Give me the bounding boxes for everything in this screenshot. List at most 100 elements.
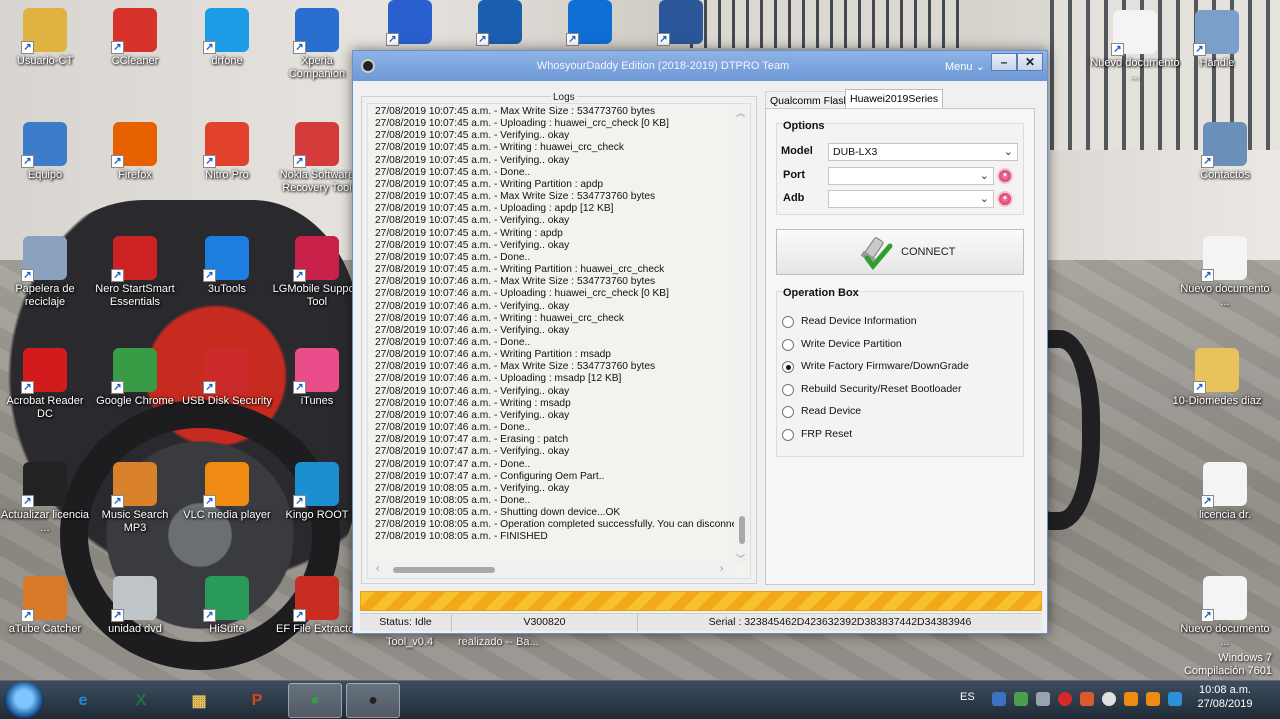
log-line: 27/08/2019 10:07:45 a.m. - Done.. <box>375 251 531 263</box>
shortcut-arrow-icon: ↗ <box>203 41 216 54</box>
desktop-shortcut[interactable]: ↗ Music Search MP3 <box>90 462 180 535</box>
hscroll-thumb[interactable] <box>393 567 495 573</box>
logs-textbox[interactable]: 27/08/2019 10:07:45 a.m. - Max Write Siz… <box>367 103 751 579</box>
port-refresh-button[interactable]: • <box>997 168 1013 184</box>
scroll-up-icon[interactable]: ︿ <box>736 106 745 119</box>
logs-horizontal-scrollbar[interactable]: ‹ › <box>368 562 736 578</box>
shield-tray-icon[interactable] <box>1080 692 1094 706</box>
desktop-shortcut[interactable]: ↗ 3uTools <box>182 236 272 296</box>
clock-date: 27/08/2019 <box>1197 698 1253 710</box>
desktop-shortcut[interactable]: ↗ USB Disk Security <box>182 348 272 408</box>
radio-button[interactable] <box>782 406 794 418</box>
shortcut-arrow-icon: ↗ <box>111 155 124 168</box>
power-tray-icon[interactable] <box>1124 692 1138 706</box>
radio-button[interactable] <box>782 383 794 396</box>
scroll-thumb[interactable] <box>739 516 745 544</box>
language-indicator[interactable]: ES <box>960 691 975 719</box>
taskbar-dtpro-tool[interactable]: ● <box>346 683 400 718</box>
volume-icon[interactable] <box>1036 692 1050 706</box>
scroll-right-icon[interactable]: › <box>720 563 723 574</box>
desktop-shortcut[interactable]: ↗ aTube Catcher <box>0 576 90 636</box>
radio-button[interactable] <box>782 338 794 351</box>
desktop-shortcut[interactable]: ↗ CCleaner <box>90 8 180 68</box>
desktop-shortcut[interactable]: ↗ Acrobat Reader DC <box>0 348 90 421</box>
log-line: 27/08/2019 10:07:45 a.m. - Writing : hua… <box>375 142 624 154</box>
taskbar-internet-explorer[interactable]: e <box>56 683 110 718</box>
desktop-shortcut[interactable]: ↗ <box>545 0 635 47</box>
model-select[interactable]: DUB-LX3 ⌄ <box>828 143 1018 161</box>
taskbar-file-explorer[interactable]: ▦ <box>172 683 226 718</box>
desktop-shortcut[interactable]: ↗ Nuevo documento ... <box>1180 576 1270 649</box>
desktop-shortcut[interactable]: ↗ <box>365 0 455 47</box>
desktop-shortcut[interactable]: ↗ drfone <box>182 8 272 68</box>
scroll-down-icon[interactable]: ﹀ <box>736 552 745 565</box>
title-bar[interactable]: WhosyourDaddy Edition (2018-2019) DTPRO … <box>353 51 1047 81</box>
user-folder-icon: ↗ <box>21 8 67 54</box>
desktop-shortcut[interactable]: ↗ Equipo <box>0 122 90 182</box>
desktop-shortcut[interactable]: ↗ 10-Diomedes diaz <box>1172 348 1262 408</box>
desktop-shortcut[interactable]: ↗ Nero StartSmart Essentials <box>90 236 180 309</box>
radio-button[interactable] <box>782 316 794 328</box>
m-tray-icon[interactable] <box>1058 692 1072 706</box>
logs-vertical-scrollbar[interactable]: ︿ ﹀ <box>734 104 750 564</box>
desktop-shortcut-label: licencia dr. <box>1199 509 1251 521</box>
desktop-shortcut[interactable]: ↗ licencia dr. <box>1180 462 1270 522</box>
radio-button[interactable] <box>782 361 794 373</box>
desktop-shortcut[interactable]: ↗ LGMobile Support Tool <box>272 236 362 309</box>
usb-tray-icon[interactable] <box>1014 692 1028 706</box>
taskbar-powerpoint[interactable]: P <box>230 683 284 718</box>
3utools-icon: ↗ <box>203 236 249 282</box>
menu-dropdown[interactable]: Menu ⌄ <box>945 60 985 73</box>
connect-button[interactable]: CONNECT <box>776 229 1024 275</box>
sync-tray-icon[interactable] <box>1168 692 1182 706</box>
internet-explorer-icon: e <box>78 691 88 709</box>
desktop-shortcut[interactable]: ↗ Google Chrome <box>90 348 180 408</box>
desktop-shortcut[interactable]: ↗ HiSuite <box>182 576 272 636</box>
scroll-left-icon[interactable]: ‹ <box>376 563 379 574</box>
desktop-shortcut[interactable]: ↗ Nokia Software Recovery Tool <box>272 122 362 195</box>
desktop-shortcut[interactable]: ↗ <box>636 0 726 47</box>
shortcut-arrow-icon: ↗ <box>203 609 216 622</box>
desktop-shortcut[interactable]: ↗ Contactos <box>1180 122 1270 182</box>
start-button[interactable] <box>4 682 44 719</box>
desktop-shortcut[interactable]: ↗ Kingo ROOT <box>272 462 362 522</box>
desktop-shortcut[interactable]: ↗ Papelera de reciclaje <box>0 236 90 309</box>
desktop-shortcut[interactable]: ↗ Nuevo documento ... <box>1180 236 1270 309</box>
radio-button[interactable] <box>782 428 794 441</box>
desktop-shortcut[interactable]: ↗ <box>455 0 545 47</box>
adb-refresh-button[interactable]: • <box>997 191 1013 207</box>
clock[interactable]: 10:08 a.m. 27/08/2019 <box>1194 683 1256 711</box>
desktop-shortcut[interactable]: ↗ unidad dvd <box>90 576 180 636</box>
watermark-line1: Windows 7 <box>1218 652 1272 664</box>
tab-qualcomm-flash[interactable]: Qualcomm Flash <box>765 91 855 109</box>
desktop-shortcut[interactable]: ↗ Nitro Pro <box>182 122 272 182</box>
operation-box-title: Operation Box <box>783 287 859 299</box>
desktop-shortcut[interactable]: ↗ Usuario-CT <box>0 8 90 68</box>
shortcut-arrow-icon: ↗ <box>1111 43 1124 56</box>
desktop-shortcut[interactable]: ↗ Xperia Companion <box>272 8 362 81</box>
shortcut-arrow-icon: ↗ <box>111 41 124 54</box>
log-line: 27/08/2019 10:07:46 a.m. - Uploading : m… <box>375 373 622 385</box>
desktop-shortcut[interactable]: ↗ iTunes <box>272 348 362 408</box>
shortcut-arrow-icon: ↗ <box>566 33 579 46</box>
desktop-shortcut[interactable]: ↗ Firefox <box>90 122 180 182</box>
adb-select[interactable]: ⌄ <box>828 190 994 208</box>
desktop-shortcut[interactable]: ↗ VLC media player <box>182 462 272 522</box>
tab-huawei2019series[interactable]: Huawei2019Series <box>845 89 944 109</box>
desktop-shortcut[interactable]: ↗ EF File Extractor <box>272 576 362 636</box>
desktop-shortcut[interactable]: ↗ Actualizar licencia ... <box>0 462 90 535</box>
taskbar-excel[interactable]: X <box>114 683 168 718</box>
close-button[interactable]: ✕ <box>1017 53 1043 71</box>
desktop-shortcut[interactable]: ↗ Handle <box>1172 10 1262 70</box>
minimize-button[interactable]: – <box>991 53 1017 71</box>
stats-tray-icon[interactable] <box>1146 692 1160 706</box>
desktop-shortcut[interactable]: ↗ Nuevo documento ... <box>1090 10 1180 83</box>
taskbar-chrome[interactable]: ● <box>288 683 342 718</box>
desktop-shortcut-label: CCleaner <box>111 55 159 67</box>
blue-s-app-icon: ↗ <box>386 0 432 46</box>
security-tray-icon[interactable] <box>1102 692 1116 706</box>
network-tray-icon[interactable] <box>992 692 1006 706</box>
port-select[interactable]: ⌄ <box>828 167 994 185</box>
shortcut-arrow-icon: ↗ <box>21 155 34 168</box>
log-line: 27/08/2019 10:07:45 a.m. - Done.. <box>375 166 531 178</box>
